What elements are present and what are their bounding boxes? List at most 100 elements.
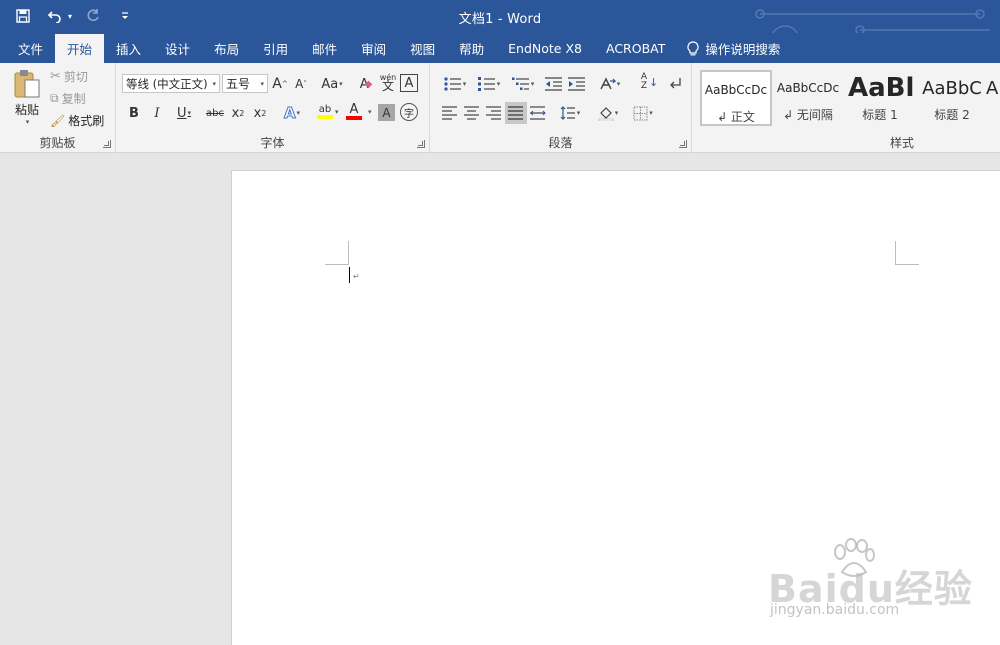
subscript-button[interactable]: x2	[228, 103, 248, 123]
paste-dropdown-icon[interactable]: ▾	[11, 118, 44, 126]
copy-button[interactable]: ⧉ 复制	[50, 90, 86, 107]
justify-button[interactable]	[505, 102, 527, 124]
enclose-characters-button[interactable]: 字	[400, 103, 418, 121]
style-no-spacing[interactable]: AaBbCcDc ↲ 无间隔	[772, 70, 844, 126]
tab-mailings[interactable]: 邮件	[300, 33, 349, 63]
superscript-small: 2	[261, 108, 267, 118]
style-title-preview: A	[986, 77, 999, 99]
style-normal[interactable]: AaBbCcDc ↲ 正文	[700, 70, 772, 126]
underline-button[interactable]: U ▾	[170, 103, 198, 123]
font-color-button[interactable]: A	[344, 101, 364, 121]
numbering-button[interactable]: ▾	[474, 74, 504, 94]
clipboard-icon	[14, 70, 40, 98]
align-right-icon	[486, 106, 501, 120]
bullets-icon	[444, 77, 461, 91]
character-border-button[interactable]: A	[400, 74, 418, 92]
copy-icon: ⧉	[50, 91, 59, 105]
character-shading-icon: A	[382, 105, 391, 120]
group-clipboard: 粘贴 ▾ ✂ 剪切 ⧉ 复制 🖌 格式刷 剪贴板	[0, 63, 116, 153]
tab-endnote[interactable]: EndNote X8	[496, 33, 594, 63]
phonetic-icon: 文	[381, 79, 394, 93]
grow-font-icon: A	[272, 76, 282, 92]
distributed-button[interactable]	[528, 103, 548, 123]
tab-view[interactable]: 视图	[398, 33, 447, 63]
change-case-button[interactable]: Aa ▾	[319, 74, 345, 94]
subscript-icon: x	[231, 105, 240, 121]
group-label-clipboard: 剪贴板	[39, 136, 76, 150]
text-effects-button[interactable]: A ▾	[278, 103, 306, 123]
decrease-indent-button[interactable]	[544, 74, 564, 94]
paragraph-launcher-icon[interactable]	[679, 140, 687, 148]
strikethrough-button[interactable]: abc	[204, 103, 226, 123]
multilevel-list-button[interactable]: ▾	[508, 74, 538, 94]
brush-icon: 🖌	[50, 113, 66, 128]
font-launcher-icon[interactable]	[417, 140, 425, 148]
clipboard-launcher-icon[interactable]	[103, 140, 111, 148]
cut-button[interactable]: ✂ 剪切	[50, 68, 88, 85]
group-label-paragraph: 段落	[548, 136, 573, 150]
align-center-icon	[464, 106, 479, 120]
tab-design[interactable]: 设计	[153, 33, 202, 63]
bullets-button[interactable]: ▾	[440, 74, 470, 94]
document-page[interactable]: ↵	[231, 170, 1000, 645]
paint-bucket-icon	[598, 106, 613, 121]
tab-layout[interactable]: 布局	[202, 33, 251, 63]
font-family-select[interactable]: 等线 (中文正文) ▾	[122, 74, 220, 93]
italic-button[interactable]: I	[147, 103, 167, 123]
increase-indent-icon	[568, 77, 585, 91]
style-title[interactable]: A	[986, 70, 1000, 126]
tab-home[interactable]: 开始	[55, 34, 105, 63]
asian-layout-button[interactable]: ▾	[596, 74, 624, 94]
font-size-select[interactable]: 五号 ▾	[222, 74, 268, 93]
highlight-icon: ab	[318, 103, 332, 115]
margin-corner-top-left	[325, 241, 349, 265]
style-heading-1[interactable]: AaBl 标题 1	[844, 70, 916, 126]
highlight-dropdown-icon[interactable]: ▾	[335, 108, 339, 116]
phonetic-guide-button[interactable]: wén 文	[378, 72, 398, 92]
highlight-color-swatch	[317, 114, 333, 119]
style-heading-1-name: 标题 1	[862, 108, 898, 122]
group-paragraph: ▾ ▾ ▾ ▾ A Z ↓ ▾ ▾ ▾ 段落	[430, 63, 692, 153]
subscript-small: 2	[239, 108, 245, 118]
paste-button[interactable]: 粘贴 ▾	[10, 69, 44, 131]
tab-help[interactable]: 帮助	[447, 33, 496, 63]
tell-me-search[interactable]: 操作说明搜索	[677, 33, 780, 63]
shrink-font-button[interactable]: A ˅	[291, 74, 311, 94]
scissors-icon: ✂	[50, 69, 61, 84]
tab-review[interactable]: 审阅	[349, 33, 398, 63]
borders-button[interactable]: ▾	[628, 103, 658, 123]
align-right-button[interactable]	[484, 103, 504, 123]
ribbon-home: 粘贴 ▾ ✂ 剪切 ⧉ 复制 🖌 格式刷 剪贴板 等线 (中文正文) ▾ 五号 ▾ …	[0, 63, 1000, 153]
tell-me-label: 操作说明搜索	[705, 41, 781, 57]
increase-indent-button[interactable]	[567, 74, 587, 94]
bold-button[interactable]: B	[124, 103, 144, 123]
align-left-button[interactable]	[440, 103, 460, 123]
align-left-icon	[442, 106, 457, 120]
superscript-button[interactable]: x2	[250, 103, 270, 123]
clear-formatting-button[interactable]: A ◆	[356, 74, 376, 94]
style-heading-2[interactable]: AaBbC 标题 2	[916, 70, 988, 126]
style-no-spacing-preview: AaBbCcDc	[776, 81, 840, 95]
document-area[interactable]: ↵	[0, 153, 1000, 645]
tab-acrobat[interactable]: ACROBAT	[594, 33, 677, 63]
font-color-swatch	[346, 115, 362, 120]
title-bar: ▾ 文档1 - Word	[0, 0, 1000, 63]
font-color-dropdown-icon[interactable]: ▾	[368, 108, 372, 116]
sort-arrow-icon: ↓	[649, 76, 659, 89]
character-shading-button[interactable]: A	[378, 104, 395, 121]
ribbon-tabs: 文件 开始 插入 设计 布局 引用 邮件 审阅 视图 帮助 EndNote X8…	[0, 33, 1000, 63]
style-normal-preview: AaBbCcDc	[704, 83, 768, 97]
align-center-button[interactable]	[462, 103, 482, 123]
shading-button[interactable]: ▾	[594, 103, 622, 123]
italic-icon: I	[154, 105, 160, 121]
tab-references[interactable]: 引用	[251, 33, 300, 63]
group-label-font: 字体	[260, 136, 285, 150]
tab-insert[interactable]: 插入	[104, 33, 153, 63]
grow-font-button[interactable]: A ^	[270, 74, 290, 94]
asian-layout-icon	[600, 77, 616, 90]
shrink-font-icon: A	[295, 77, 304, 91]
show-marks-button[interactable]	[665, 74, 685, 94]
format-painter-button[interactable]: 🖌 格式刷	[50, 112, 104, 129]
tab-file[interactable]: 文件	[6, 33, 55, 63]
line-spacing-button[interactable]: ▾	[556, 103, 584, 123]
